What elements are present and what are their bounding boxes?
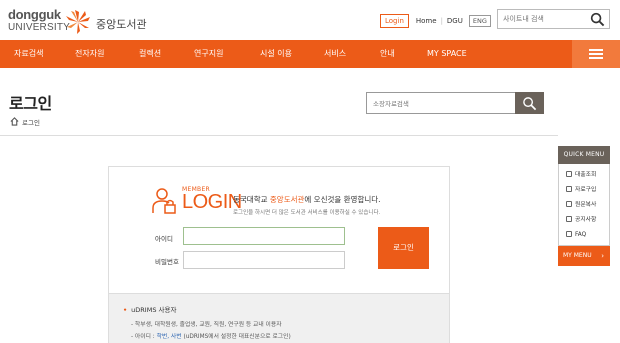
- eng-link[interactable]: ENG: [468, 15, 491, 27]
- page-title: 로그인: [9, 94, 52, 113]
- megaphone-icon: [566, 215, 572, 222]
- nav-item-e-resources[interactable]: 전자자원: [75, 40, 104, 68]
- breadcrumb: 로그인: [22, 119, 40, 127]
- id-label: 아이디: [155, 235, 173, 243]
- menu-button[interactable]: [572, 40, 620, 68]
- id-field[interactable]: [183, 227, 345, 245]
- password-label: 비밀번호: [155, 258, 179, 266]
- quick-menu-title: QUICK MENU: [558, 146, 610, 164]
- info-heading: • uDRIMS 사용자: [123, 306, 177, 314]
- bullet: •: [123, 306, 128, 314]
- quick-item-copy[interactable]: 원문복사: [559, 198, 609, 213]
- login-link[interactable]: Login: [380, 14, 409, 28]
- login-panel: MEMBER LOGIN 동국대학교 중앙도서관에 오신것을 환영합니다. 로그…: [108, 166, 450, 294]
- library-name: 중앙도서관: [96, 18, 147, 31]
- dgu-link[interactable]: DGU: [447, 17, 463, 25]
- main-navigation: 자료검색 전자자원 컬렉션 연구지원 시설 이용 서비스 안내 MY SPACE: [0, 40, 620, 68]
- nav-item-research[interactable]: 연구지원: [194, 40, 223, 68]
- nav-item-services[interactable]: 서비스: [324, 40, 346, 68]
- quick-item-faq[interactable]: FAQ: [559, 228, 609, 243]
- info-line-id: - 아이디 : 학번, 사번 (uDRIMS에서 설정한 대표신분으로 로그인): [131, 334, 291, 340]
- quick-menu: QUICK MENU 대출조회 자료구입 원문복사 공지사항 FAQ MY ME…: [558, 146, 610, 266]
- quick-item-loan-inquiry[interactable]: 대출조회: [559, 168, 609, 183]
- divider: [0, 135, 558, 136]
- home-link[interactable]: Home: [416, 17, 437, 25]
- nav-item-search[interactable]: 자료검색: [14, 40, 43, 68]
- member-icon: [152, 188, 176, 214]
- nav-item-facilities[interactable]: 시설 이용: [260, 40, 292, 68]
- chevron-right-icon: ›: [601, 252, 604, 260]
- nav-item-guide[interactable]: 안내: [380, 40, 395, 68]
- copy-icon: [566, 200, 572, 207]
- utility-links: Login Home | DGU ENG: [380, 14, 491, 28]
- catalog-search-input[interactable]: [373, 98, 513, 110]
- quick-menu-list: 대출조회 자료구입 원문복사 공지사항 FAQ: [558, 164, 610, 246]
- my-menu-button[interactable]: MY MENU ›: [558, 246, 610, 266]
- catalog-search-button[interactable]: [515, 92, 544, 114]
- lotus-logo-icon: [66, 10, 90, 34]
- faq-icon: [566, 230, 572, 237]
- site-search-box: [497, 9, 610, 29]
- site-search-input[interactable]: [503, 13, 583, 25]
- quick-item-notices[interactable]: 공지사항: [559, 213, 609, 228]
- loan-icon: [566, 170, 572, 177]
- search-icon: [523, 97, 537, 111]
- welcome-text: 동국대학교 중앙도서관에 오신것을 환영합니다.: [233, 195, 381, 204]
- home-icon[interactable]: [10, 117, 19, 126]
- nav-item-my-space[interactable]: MY SPACE: [427, 40, 467, 68]
- nav-item-collection[interactable]: 컬렉션: [139, 40, 161, 68]
- separator: |: [440, 17, 443, 25]
- university-logo[interactable]: dongguk UNIVERSITY 중앙도서관: [8, 7, 178, 35]
- info-line-users: - 학부생, 대학원생, 졸업생, 교원, 직원, 연구원 등 교내 이용자: [131, 322, 282, 328]
- login-submit-button[interactable]: 로그인: [378, 227, 429, 269]
- quick-item-purchase[interactable]: 자료구입: [559, 183, 609, 198]
- user-info-box: • uDRIMS 사용자 - 학부생, 대학원생, 졸업생, 교원, 직원, 연구…: [108, 294, 450, 343]
- login-guide-text: 로그인을 하시면 더 많은 도서관 서비스를 이용하실 수 있습니다.: [233, 210, 381, 216]
- logo-text-en: dongguk: [8, 7, 61, 22]
- password-field[interactable]: [183, 251, 345, 269]
- search-icon[interactable]: [590, 12, 605, 27]
- page: dongguk UNIVERSITY 중앙도서관 Login Home | DG…: [0, 0, 620, 343]
- logo-text-university: UNIVERSITY: [8, 22, 71, 33]
- hamburger-icon: [589, 49, 603, 51]
- catalog-search-box: [366, 92, 544, 114]
- purchase-icon: [566, 185, 572, 192]
